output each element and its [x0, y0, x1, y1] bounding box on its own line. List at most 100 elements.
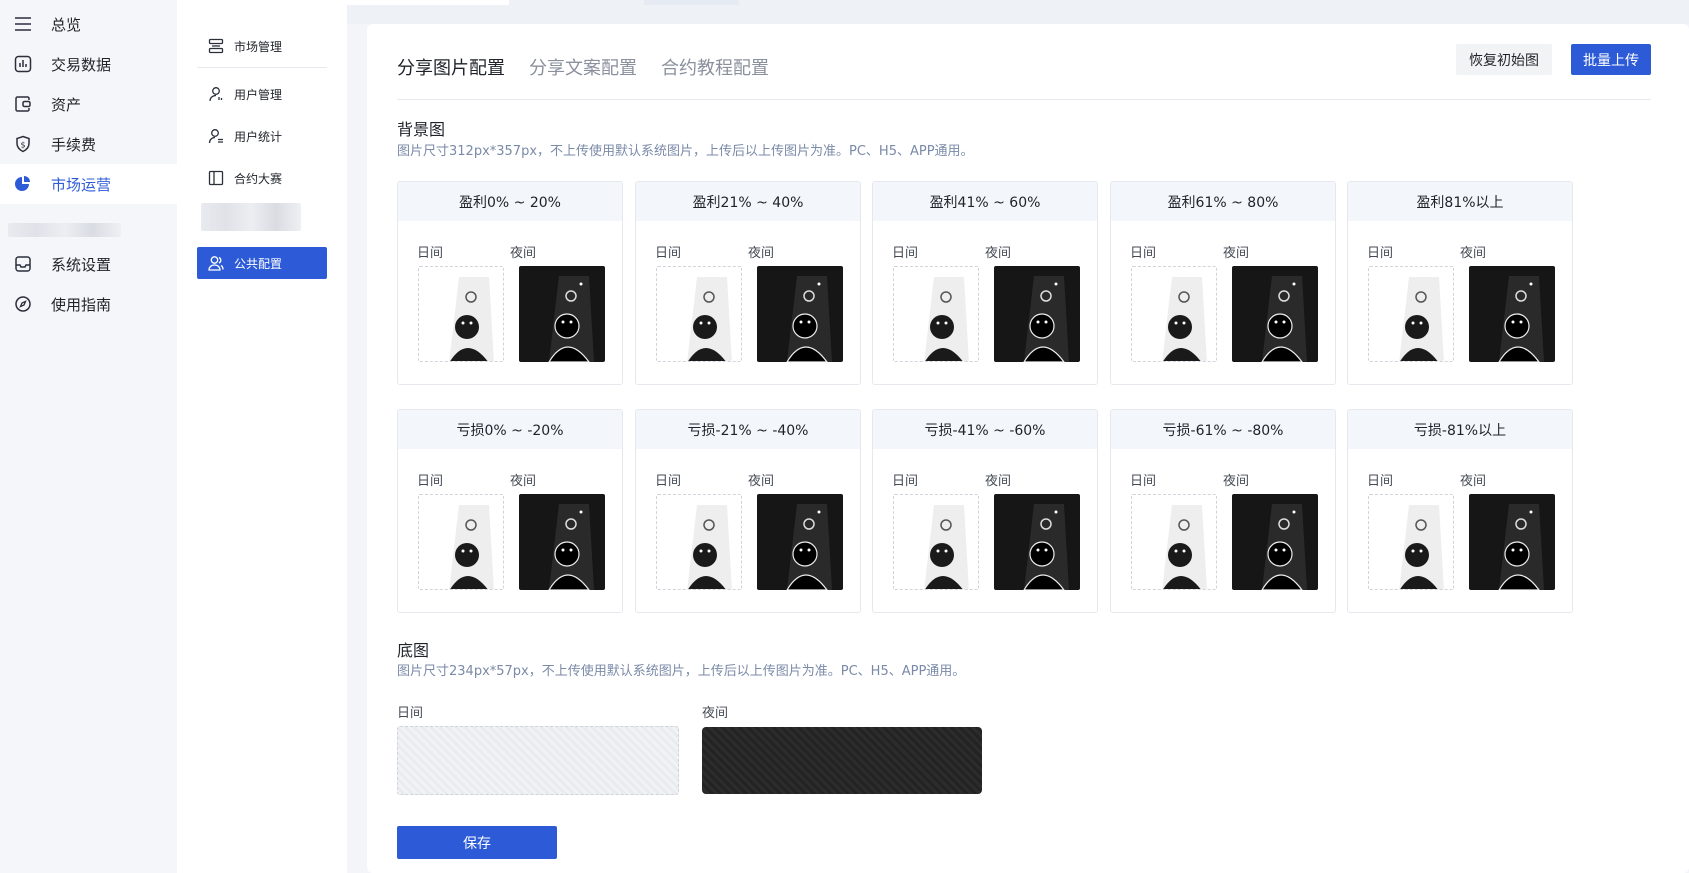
base-day-label: 日间 — [397, 706, 424, 721]
day-image-upload[interactable] — [893, 266, 979, 362]
night-image-upload[interactable] — [1469, 494, 1555, 590]
top-tab-strip — [347, 0, 1689, 24]
nav-item-fees[interactable]: $ 手续费 — [0, 124, 177, 164]
nav-item-system-settings[interactable]: 系统设置 — [0, 244, 177, 284]
nav-label: 资产 — [51, 95, 82, 114]
nav-label: 交易数据 — [51, 55, 112, 74]
blurred-subnav-item — [201, 203, 301, 231]
nav-label: 总览 — [51, 15, 82, 34]
night-label: 夜间 — [510, 246, 537, 261]
subnav-label: 合约大赛 — [234, 171, 283, 186]
wallet-icon — [12, 93, 34, 115]
night-label: 夜间 — [510, 474, 537, 489]
subnav-item-market-management[interactable]: 市场管理 — [197, 30, 327, 62]
day-image-upload[interactable] — [418, 494, 504, 590]
user-icon — [207, 85, 225, 103]
tab-share-image[interactable]: 分享图片配置 — [397, 54, 505, 80]
day-image-upload[interactable] — [1131, 494, 1217, 590]
main-sidebar: 总览 交易数据 资产 $ 手续费 市场运营 系统设置 使用指南 — [0, 0, 177, 873]
day-image-upload[interactable] — [1368, 494, 1454, 590]
night-image-upload[interactable] — [757, 494, 843, 590]
subnav-label: 用户统计 — [234, 129, 283, 144]
profit-tile: 盈利0% ~ 20% 日间 夜间 — [397, 181, 623, 385]
day-label: 日间 — [655, 474, 682, 489]
night-image-upload[interactable] — [1469, 266, 1555, 362]
night-image-upload[interactable] — [994, 494, 1080, 590]
sub-sidebar: 市场管理 用户管理 用户统计 合约大赛 公共配置 — [177, 0, 347, 873]
nav-label: 系统设置 — [51, 255, 112, 274]
fee-shield-icon: $ — [12, 133, 34, 155]
blurred-nav-item — [8, 223, 121, 237]
tile-title: 亏损-61% ~ -80% — [1111, 410, 1335, 449]
base-night-label: 夜间 — [702, 706, 729, 721]
tile-title: 亏损0% ~ -20% — [398, 410, 622, 449]
tile-title: 盈利0% ~ 20% — [398, 182, 622, 221]
day-image-upload[interactable] — [656, 266, 742, 362]
night-image-upload[interactable] — [1232, 266, 1318, 362]
profit-tile: 盈利21% ~ 40% 日间 夜间 — [635, 181, 861, 385]
tile-title: 盈利61% ~ 80% — [1111, 182, 1335, 221]
nav-item-overview[interactable]: 总览 — [0, 4, 177, 44]
day-label: 日间 — [892, 246, 919, 261]
reset-button[interactable]: 恢复初始图 — [1456, 44, 1552, 75]
subnav-label: 用户管理 — [234, 87, 283, 102]
night-label: 夜间 — [1460, 246, 1487, 261]
background-section-desc: 图片尺寸312px*357px，不上传使用默认系统图片，上传后以上传图片为准。P… — [397, 144, 974, 159]
subnav-divider — [197, 67, 327, 68]
top-tab[interactable] — [644, 0, 739, 5]
config-tabs: 分享图片配置 分享文案配置 合约教程配置 — [397, 54, 769, 80]
list-icon — [207, 37, 225, 55]
subnav-item-contract-contest[interactable]: 合约大赛 — [197, 162, 327, 194]
header-divider — [397, 99, 1651, 100]
night-label: 夜间 — [985, 246, 1012, 261]
tile-title: 盈利21% ~ 40% — [636, 182, 860, 221]
tab-contract-tutorial[interactable]: 合约教程配置 — [661, 54, 769, 80]
subnav-item-user-stats[interactable]: 用户统计 — [197, 120, 327, 152]
loss-tile: 亏损-41% ~ -60% 日间 夜间 — [872, 409, 1098, 613]
tile-title: 盈利81%以上 — [1348, 182, 1572, 221]
profit-tile: 盈利81%以上日间 夜间 — [1347, 181, 1573, 385]
nav-label: 使用指南 — [51, 295, 112, 314]
subnav-label: 公共配置 — [234, 256, 283, 271]
night-label: 夜间 — [1223, 474, 1250, 489]
night-image-upload[interactable] — [757, 266, 843, 362]
subnav-item-public-config[interactable]: 公共配置 — [197, 247, 327, 279]
base-day-upload[interactable] — [397, 726, 679, 795]
night-image-upload[interactable] — [994, 266, 1080, 362]
nav-item-market-ops[interactable]: 市场运营 — [0, 164, 177, 204]
base-night-upload[interactable] — [702, 727, 982, 794]
night-image-upload[interactable] — [519, 266, 605, 362]
night-label: 夜间 — [985, 474, 1012, 489]
day-image-upload[interactable] — [418, 266, 504, 362]
nav-item-guide[interactable]: 使用指南 — [0, 284, 177, 324]
user-stats-icon — [207, 127, 225, 145]
day-label: 日间 — [1367, 246, 1394, 261]
save-button[interactable]: 保存 — [397, 826, 557, 859]
nav-label: 手续费 — [51, 135, 97, 154]
profit-tile: 盈利61% ~ 80% 日间 夜间 — [1110, 181, 1336, 385]
night-label: 夜间 — [748, 246, 775, 261]
night-label: 夜间 — [1223, 246, 1250, 261]
day-label: 日间 — [417, 246, 444, 261]
day-image-upload[interactable] — [656, 494, 742, 590]
top-tab[interactable] — [347, 0, 509, 5]
tile-title: 亏损-41% ~ -60% — [873, 410, 1097, 449]
nav-item-assets[interactable]: 资产 — [0, 84, 177, 124]
tab-share-text[interactable]: 分享文案配置 — [529, 54, 637, 80]
base-section-title: 底图 — [397, 641, 430, 660]
night-image-upload[interactable] — [519, 494, 605, 590]
day-image-upload[interactable] — [1131, 266, 1217, 362]
nav-item-trading-data[interactable]: 交易数据 — [0, 44, 177, 84]
subnav-label: 市场管理 — [234, 39, 283, 54]
day-image-upload[interactable] — [1368, 266, 1454, 362]
tile-title: 亏损-81%以上 — [1348, 410, 1572, 449]
day-label: 日间 — [417, 474, 444, 489]
pie-icon — [12, 173, 34, 195]
night-image-upload[interactable] — [1232, 494, 1318, 590]
loss-tile: 亏损-21% ~ -40% 日间 夜间 — [635, 409, 861, 613]
batch-upload-button[interactable]: 批量上传 — [1571, 44, 1651, 75]
users-icon — [207, 254, 225, 272]
subnav-item-user-management[interactable]: 用户管理 — [197, 78, 327, 110]
day-image-upload[interactable] — [893, 494, 979, 590]
base-section-desc: 图片尺寸234px*57px，不上传使用默认系统图片，上传后以上传图片为准。PC… — [397, 664, 966, 679]
